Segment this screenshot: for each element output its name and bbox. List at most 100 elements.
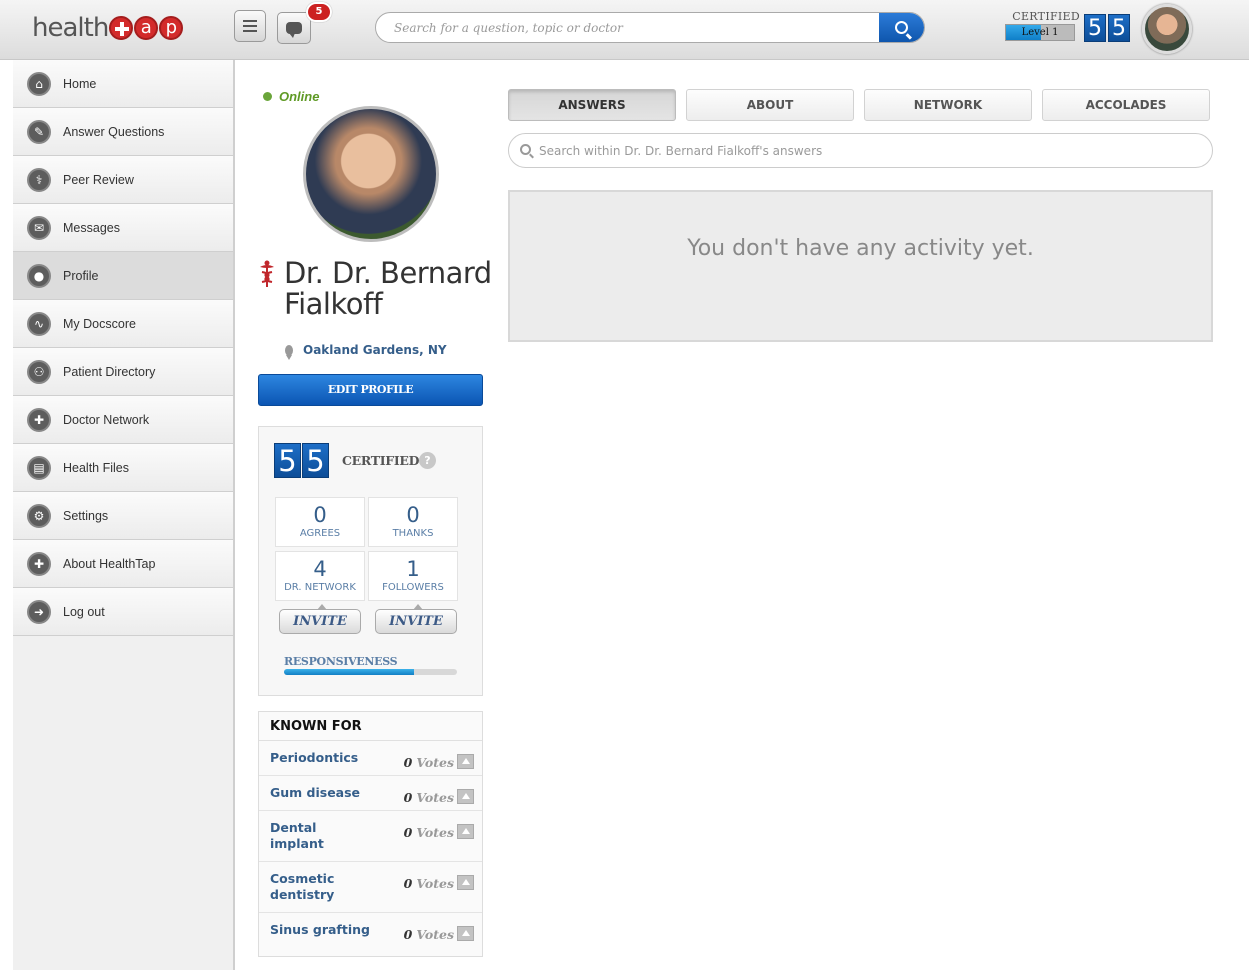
header-docscore[interactable]: 5 5 (1084, 14, 1132, 42)
vote-count: 0 Votes (404, 790, 454, 805)
help-icon[interactable]: ? (419, 452, 436, 469)
known-for-topic[interactable]: Dental implant (270, 820, 370, 852)
tab-answers[interactable]: ANSWERS (508, 89, 676, 121)
logo-letter-p: p (159, 16, 184, 40)
sidebar-item-label: Settings (63, 508, 109, 523)
hamburger-icon (243, 20, 257, 32)
search-button[interactable] (879, 13, 924, 42)
sidebar-item-label: Doctor Network (63, 412, 150, 427)
known-for-topic[interactable]: Cosmetic dentistry (270, 871, 370, 903)
sidebar-item-answer-questions[interactable]: ✎ Answer Questions (13, 108, 233, 156)
votes-label: Votes (416, 790, 454, 805)
tab-accolades[interactable]: ACCOLADES (1042, 89, 1210, 121)
profile-photo (303, 106, 439, 242)
sidebar-item-label: Messages (63, 220, 120, 235)
logout-icon: ➜ (27, 599, 51, 624)
logo-text: health (32, 13, 109, 43)
tab-network[interactable]: NETWORK (864, 89, 1032, 121)
known-for-topic[interactable]: Periodontics (270, 750, 370, 766)
notifications-button[interactable] (277, 12, 311, 44)
vote-number: 0 (403, 876, 413, 891)
known-for-row: Periodontics 0 Votes (259, 741, 482, 776)
sidebar-item-about-healthtap[interactable]: ✚ About HealthTap (13, 540, 233, 588)
vote-count: 0 Votes (404, 825, 454, 840)
plus-icon: ✚ (27, 551, 51, 576)
invite-followers-button[interactable]: INVITE (375, 604, 457, 634)
sidebar-item-log-out[interactable]: ➜ Log out (13, 588, 233, 636)
chat-bubble-icon (286, 22, 302, 38)
level-progress-bar: Level 1 (1005, 24, 1075, 41)
healthtap-logo[interactable]: health a p (32, 10, 184, 46)
known-for-row: Cosmetic dentistry 0 Votes (259, 862, 482, 913)
stat-label: AGREES (299, 528, 341, 539)
online-dot-icon (263, 92, 272, 101)
stat-followers[interactable]: 1 FOLLOWERS (368, 551, 458, 601)
logo-cross-icon (109, 16, 134, 40)
upvote-icon[interactable] (457, 789, 474, 804)
notification-count-badge: 5 (306, 2, 332, 22)
sidebar-item-label: Health Files (63, 460, 129, 475)
caduceus-icon: ⚕ (27, 167, 51, 192)
votes-label: Votes (416, 755, 454, 770)
chat-icon: ✎ (27, 119, 51, 144)
votes-label: Votes (416, 927, 454, 942)
people-icon: ⚇ (27, 359, 51, 384)
search-icon (520, 144, 531, 155)
home-icon: ⌂ (27, 71, 51, 96)
stat-label: FOLLOWERS (382, 582, 444, 593)
score-digit: 5 (1084, 14, 1106, 42)
known-for-topic[interactable]: Sinus grafting (270, 922, 370, 938)
stat-value: 1 (406, 557, 420, 581)
vote-number: 0 (403, 825, 413, 840)
tab-about[interactable]: ABOUT (686, 89, 854, 121)
known-for-panel: KNOWN FOR Periodontics 0 Votes Gum disease 0… (258, 711, 483, 957)
sidebar-item-label: Log out (63, 604, 105, 619)
upvote-icon[interactable] (457, 754, 474, 769)
stat-value: 0 (406, 503, 420, 527)
sidebar-item-settings[interactable]: ⚙ Settings (13, 492, 233, 540)
sidebar-item-label: Home (63, 76, 97, 91)
sidebar-item-health-files[interactable]: ▤ Health Files (13, 444, 233, 492)
vote-number: 0 (403, 927, 413, 942)
edit-profile-button[interactable]: EDIT PROFILE (258, 374, 483, 406)
caduceus-icon (260, 260, 274, 287)
docscore-badge[interactable]: 5 5 (274, 443, 330, 478)
known-for-list: Periodontics 0 Votes Gum disease 0 Votes Denta… (259, 741, 482, 947)
upvote-icon[interactable] (457, 875, 474, 890)
invite-doctors-button[interactable]: INVITE (279, 604, 361, 634)
score-digit: 5 (302, 443, 329, 478)
header-certification[interactable]: CERTIFIED Level 1 (1005, 10, 1080, 41)
sidebar-nav: ⌂ Home ✎ Answer Questions ⚕ Peer Review ✉ Messa… (13, 60, 235, 970)
known-for-row: Sinus grafting 0 Votes (259, 913, 482, 947)
sidebar-item-profile[interactable]: ● Profile (13, 252, 233, 300)
header-certified-label: CERTIFIED (1012, 10, 1080, 23)
sidebar-item-my-docscore[interactable]: ∿ My Docscore (13, 300, 233, 348)
level-label: Level 1 (1021, 27, 1059, 38)
upvote-icon[interactable] (457, 926, 474, 941)
answers-search-input[interactable] (539, 134, 1199, 167)
doctor-name: Dr. Dr. Bernard Fialkoff (284, 256, 492, 321)
sidebar-item-peer-review[interactable]: ⚕ Peer Review (13, 156, 233, 204)
upvote-icon[interactable] (457, 824, 474, 839)
menu-button[interactable] (234, 10, 266, 42)
top-header: health a p 5 CERTIFIED Level 1 5 5 (0, 0, 1249, 60)
gear-icon: ⚙ (27, 503, 51, 528)
stat-dr-network[interactable]: 4 DR. NETWORK (275, 551, 365, 601)
sidebar-item-patient-directory[interactable]: ⚇ Patient Directory (13, 348, 233, 396)
responsiveness-bar (284, 669, 457, 675)
logo-letter-a: a (134, 16, 159, 40)
stat-label: DR. NETWORK (284, 582, 356, 593)
sidebar-item-home[interactable]: ⌂ Home (13, 60, 233, 108)
vote-count: 0 Votes (404, 927, 454, 942)
user-icon: ● (27, 263, 51, 288)
activity-panel: You don't have any activity yet. (508, 190, 1213, 342)
known-for-topic[interactable]: Gum disease (270, 785, 370, 801)
answers-search (508, 133, 1213, 168)
sidebar-item-label: Peer Review (63, 172, 134, 187)
search-icon (895, 21, 908, 34)
sidebar-item-messages[interactable]: ✉ Messages (13, 204, 233, 252)
files-icon: ▤ (27, 455, 51, 480)
sidebar-item-doctor-network[interactable]: ✚ Doctor Network (13, 396, 233, 444)
user-avatar[interactable] (1142, 4, 1192, 54)
global-search-input[interactable] (376, 13, 881, 42)
